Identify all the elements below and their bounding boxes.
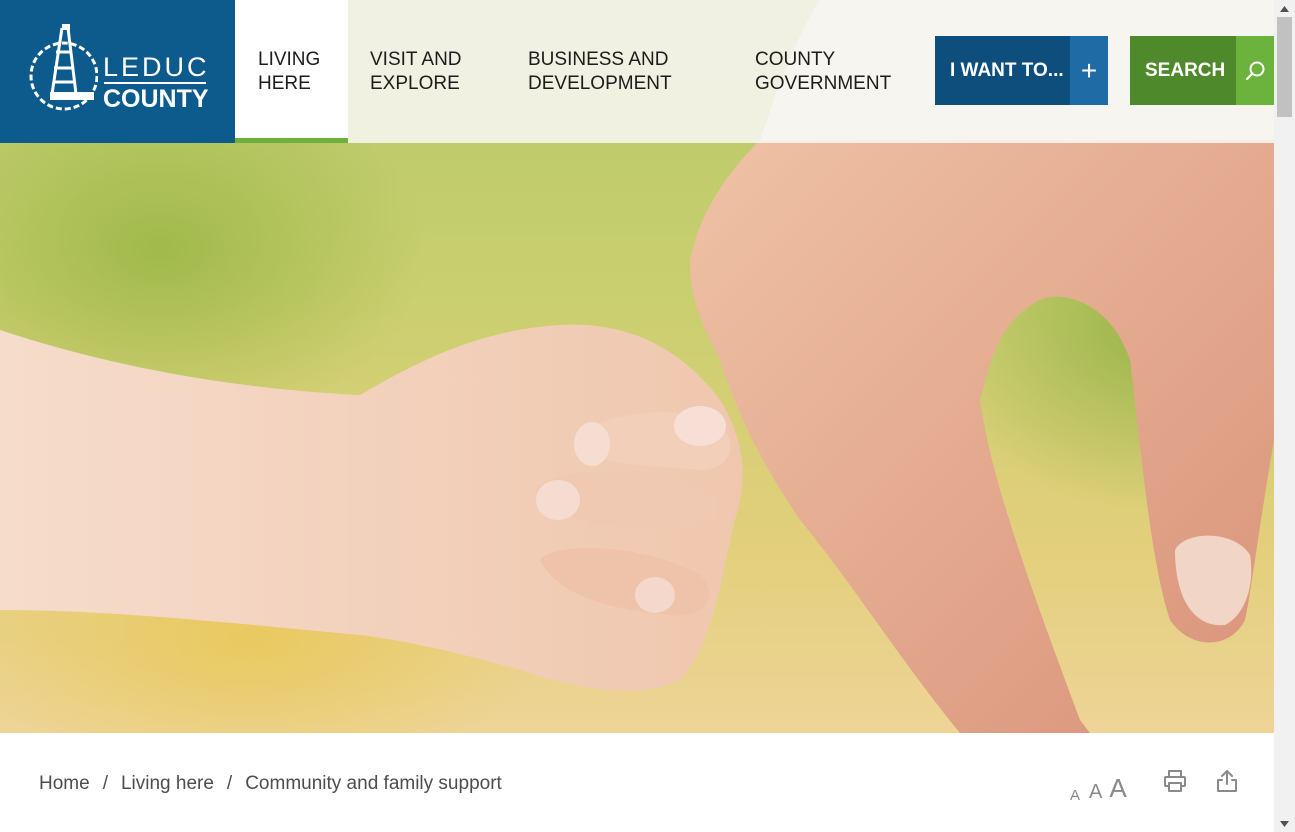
search-icon: [1236, 36, 1274, 105]
print-icon[interactable]: [1163, 769, 1187, 798]
breadcrumb-living-here[interactable]: Living here: [121, 773, 214, 795]
page-tools: A A A: [1070, 773, 1127, 804]
scrollbar[interactable]: [1274, 0, 1295, 832]
nav-living-here[interactable]: LIVING HERE: [235, 0, 348, 143]
font-size-large-button[interactable]: A: [1109, 773, 1126, 804]
search-label: SEARCH: [1145, 60, 1226, 81]
i-want-to-label: I WANT TO...: [950, 60, 1064, 81]
nav-visit-line2: EXPLORE: [370, 73, 460, 94]
breadcrumb: Home / Living here / Community and famil…: [39, 773, 502, 795]
breadcrumb-bar: Home / Living here / Community and famil…: [0, 733, 1274, 832]
nav-government-line2: GOVERNMENT: [755, 73, 892, 94]
nav-business-and-development[interactable]: BUSINESS AND DEVELOPMENT: [528, 0, 718, 143]
logo-text-leduc: LEDUC: [103, 52, 210, 82]
oil-derrick-icon: [29, 24, 98, 111]
nav-visit-line1: VISIT AND: [370, 49, 462, 70]
breadcrumb-community-and-family-support[interactable]: Community and family support: [245, 773, 502, 795]
i-want-to-button[interactable]: I WANT TO... +: [935, 36, 1108, 105]
nav-business-line1: BUSINESS AND: [528, 49, 669, 70]
nav-living-here-line1: LIVING: [258, 49, 321, 70]
scrollbar-thumb[interactable]: [1277, 17, 1292, 117]
scroll-down-arrow-icon[interactable]: [1274, 815, 1295, 832]
scroll-up-arrow-icon[interactable]: [1274, 0, 1295, 17]
nav-government-line1: COUNTY: [755, 49, 836, 70]
font-size-medium-button[interactable]: A: [1089, 781, 1102, 804]
nav-visit-and-explore[interactable]: VISIT AND EXPLORE: [370, 0, 510, 143]
nav-business-line2: DEVELOPMENT: [528, 73, 672, 94]
font-size-small-button[interactable]: A: [1070, 787, 1080, 804]
breadcrumb-home[interactable]: Home: [39, 773, 90, 795]
nav-county-government[interactable]: COUNTY GOVERNMENT: [755, 0, 915, 143]
breadcrumb-separator: /: [102, 773, 108, 794]
plus-icon: +: [1070, 36, 1108, 105]
site-header: LEDUC COUNTY LIVING HERE VISIT AND EXPLO…: [0, 0, 1274, 143]
logo-rule: [104, 82, 206, 84]
site-logo[interactable]: LEDUC COUNTY: [0, 0, 235, 143]
logo-text-county: COUNTY: [103, 85, 209, 113]
breadcrumb-separator: /: [226, 773, 233, 794]
nav-living-here-line2: HERE: [258, 73, 311, 94]
search-button[interactable]: SEARCH: [1130, 36, 1274, 105]
share-icon[interactable]: [1216, 769, 1238, 798]
